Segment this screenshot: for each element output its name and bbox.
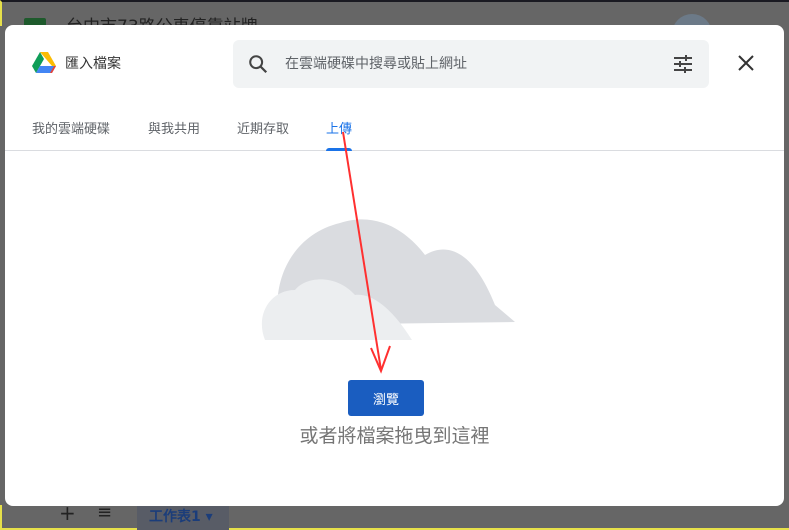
tab-recent[interactable]: 近期存取 bbox=[237, 118, 289, 151]
drop-zone-text: 或者將檔案拖曳到這裡 bbox=[299, 425, 490, 447]
background-sheet-bar: + ≡ 工作表1 ▾ bbox=[0, 501, 789, 530]
browse-button[interactable]: 瀏覽 bbox=[348, 380, 424, 416]
background-header: 台中市73路公車停靠站牌 bbox=[0, 0, 789, 44]
search-input[interactable] bbox=[285, 40, 665, 88]
sheet-tab: 工作表1 ▾ bbox=[137, 503, 229, 530]
tab-bar: 我的雲端硬碟 與我共用 近期存取 上傳 bbox=[5, 113, 784, 151]
import-file-dialog: 匯入檔案 我的雲端硬碟 與我共用 近期存取 上傳 瀏覽 或者將檔案拖曳到這裡 bbox=[5, 25, 784, 506]
search-bar bbox=[233, 40, 709, 88]
search-options-icon[interactable] bbox=[673, 54, 693, 74]
sheet-tab-label: 工作表1 bbox=[149, 509, 201, 525]
tab-my-drive[interactable]: 我的雲端硬碟 bbox=[32, 118, 110, 151]
tab-upload[interactable]: 上傳 bbox=[326, 118, 353, 151]
dialog-title: 匯入檔案 bbox=[65, 56, 121, 72]
upload-cloud-illustration bbox=[261, 219, 515, 340]
close-icon[interactable] bbox=[738, 55, 754, 71]
search-icon[interactable] bbox=[247, 53, 269, 75]
tab-shared-with-me[interactable]: 與我共用 bbox=[148, 118, 200, 151]
google-drive-logo-icon bbox=[32, 52, 56, 73]
